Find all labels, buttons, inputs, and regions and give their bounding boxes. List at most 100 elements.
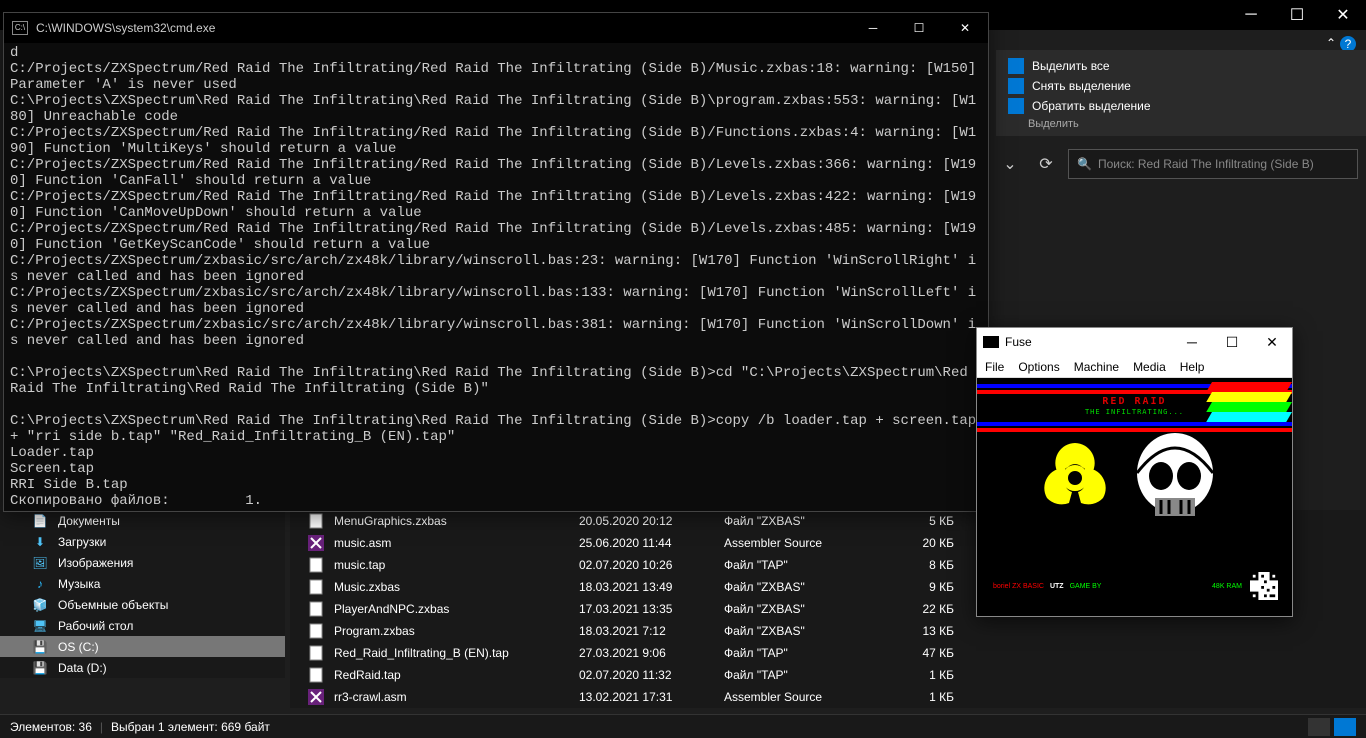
sidebar-icon: ♪ bbox=[32, 576, 48, 592]
file-icon bbox=[306, 689, 326, 705]
search-placeholder: Поиск: Red Raid The Infiltrating (Side B… bbox=[1098, 157, 1314, 171]
view-icons-button[interactable] bbox=[1334, 718, 1356, 736]
fuse-menu-options[interactable]: Options bbox=[1018, 360, 1059, 374]
cmd-maximize-button[interactable]: ☐ bbox=[896, 13, 942, 43]
sidebar-label: Документы bbox=[58, 514, 120, 528]
sidebar-item-6[interactable]: 💾OS (C:) bbox=[0, 636, 285, 657]
ribbon-collapse-icon[interactable]: ⌃ bbox=[1326, 36, 1336, 50]
fuse-emulator-screen[interactable]: RED RAID THE INFILTRATING... boriel ZX B… bbox=[977, 378, 1292, 616]
ribbon-select-group: Выделить все Снять выделение Обратить вы… bbox=[996, 50, 1366, 136]
cmd-title: C:\WINDOWS\system32\cmd.exe bbox=[36, 21, 850, 35]
sidebar-label: Загрузки bbox=[58, 535, 106, 549]
file-icon bbox=[306, 645, 326, 661]
explorer-close-button[interactable]: ✕ bbox=[1320, 0, 1366, 30]
sidebar-item-2[interactable]: 🖼 Изображения bbox=[0, 552, 285, 573]
status-selection: Выбран 1 элемент: 669 байт bbox=[111, 720, 270, 734]
file-size: 5 КБ bbox=[879, 514, 954, 528]
explorer-maximize-button[interactable]: ☐ bbox=[1274, 0, 1320, 30]
search-input[interactable]: 🔍 Поиск: Red Raid The Infiltrating (Side… bbox=[1068, 149, 1358, 179]
file-type: Файл "ZXBAS" bbox=[724, 580, 879, 594]
file-row[interactable]: Program.zxbas18.03.2021 7:12Файл "ZXBAS"… bbox=[290, 620, 1366, 642]
file-date: 20.05.2020 20:12 bbox=[579, 514, 724, 528]
file-size: 9 КБ bbox=[879, 580, 954, 594]
file-name: rr3-crawl.asm bbox=[334, 690, 579, 704]
file-row[interactable]: rr3-crawl.asm13.02.2021 17:31Assembler S… bbox=[290, 686, 1366, 708]
view-details-button[interactable] bbox=[1308, 718, 1330, 736]
file-row[interactable]: Red_Raid_Infiltrating_B (EN).tap27.03.20… bbox=[290, 642, 1366, 664]
sidebar-icon: 🖼 bbox=[32, 555, 48, 571]
qr-code-icon bbox=[1250, 572, 1278, 600]
file-date: 02.07.2020 11:32 bbox=[579, 668, 724, 682]
select-all-icon bbox=[1008, 58, 1024, 74]
status-divider: | bbox=[100, 720, 103, 734]
select-none-icon bbox=[1008, 78, 1024, 94]
explorer-minimize-button[interactable]: ─ bbox=[1228, 0, 1274, 30]
sidebar-icon: 💾 bbox=[32, 639, 48, 655]
explorer-sidebar: 📄 Документы ⬇ Загрузки 🖼 Изображения ♪ Музыка 🧊О… bbox=[0, 510, 285, 678]
sidebar-item-7[interactable]: 💾Data (D:) bbox=[0, 657, 285, 678]
fuse-minimize-button[interactable]: ─ bbox=[1172, 328, 1212, 356]
ribbon-group-label: Выделить bbox=[996, 116, 1366, 130]
fuse-titlebar[interactable]: Fuse ─ ☐ ✕ bbox=[977, 328, 1292, 356]
sidebar-label: Музыка bbox=[58, 577, 100, 591]
file-size: 13 КБ bbox=[879, 624, 954, 638]
fuse-menu-help[interactable]: Help bbox=[1180, 360, 1205, 374]
dropdown-icon[interactable]: ⌄ bbox=[996, 150, 1024, 178]
cmd-titlebar[interactable]: C:\ C:\WINDOWS\system32\cmd.exe ─ ☐ ✕ bbox=[4, 13, 988, 43]
fuse-window: Fuse ─ ☐ ✕ File Options Machine Media Help R… bbox=[976, 327, 1293, 617]
cmd-close-button[interactable]: ✕ bbox=[942, 13, 988, 43]
cmd-minimize-button[interactable]: ─ bbox=[850, 13, 896, 43]
file-type: Assembler Source bbox=[724, 690, 879, 704]
sidebar-item-3[interactable]: ♪ Музыка bbox=[0, 573, 285, 594]
file-type: Файл "ZXBAS" bbox=[724, 602, 879, 616]
file-size: 8 КБ bbox=[879, 558, 954, 572]
sidebar-icon: ⬇ bbox=[32, 534, 48, 550]
fuse-menu-file[interactable]: File bbox=[985, 360, 1004, 374]
file-type: Файл "TAP" bbox=[724, 646, 879, 660]
file-name: music.asm bbox=[334, 536, 579, 550]
file-name: MenuGraphics.zxbas bbox=[334, 514, 579, 528]
select-none-label: Снять выделение bbox=[1032, 79, 1131, 93]
file-name: PlayerAndNPC.zxbas bbox=[334, 602, 579, 616]
file-icon bbox=[306, 667, 326, 683]
invert-selection-button[interactable]: Обратить выделение bbox=[996, 96, 1366, 116]
file-type: Файл "TAP" bbox=[724, 558, 879, 572]
file-name: RedRaid.tap bbox=[334, 668, 579, 682]
sidebar-item-0[interactable]: 📄 Документы bbox=[0, 510, 285, 531]
sidebar-item-1[interactable]: ⬇ Загрузки bbox=[0, 531, 285, 552]
file-name: Music.zxbas bbox=[334, 580, 579, 594]
file-size: 47 КБ bbox=[879, 646, 954, 660]
sidebar-label: Изображения bbox=[58, 556, 133, 570]
game-footer: boriel ZX BASIC UTZ GAME BY 48K RAM bbox=[993, 574, 1276, 598]
file-row[interactable]: RedRaid.tap02.07.2020 11:32Файл "TAP"1 К… bbox=[290, 664, 1366, 686]
refresh-button[interactable]: ⟳ bbox=[1032, 150, 1060, 178]
select-all-button[interactable]: Выделить все bbox=[996, 56, 1366, 76]
search-icon: 🔍 bbox=[1077, 157, 1092, 171]
file-name: music.tap bbox=[334, 558, 579, 572]
sidebar-label: Рабочий стол bbox=[58, 619, 133, 633]
fuse-maximize-button[interactable]: ☐ bbox=[1212, 328, 1252, 356]
sidebar-item-5[interactable]: 🖥 Рабочий стол bbox=[0, 615, 285, 636]
file-name: Program.zxbas bbox=[334, 624, 579, 638]
select-all-label: Выделить все bbox=[1032, 59, 1110, 73]
cmd-app-icon: C:\ bbox=[12, 21, 28, 35]
spectrum-rainbow-icon bbox=[1212, 382, 1292, 432]
fuse-close-button[interactable]: ✕ bbox=[1252, 328, 1292, 356]
fuse-menu-media[interactable]: Media bbox=[1133, 360, 1166, 374]
fuse-menu-machine[interactable]: Machine bbox=[1074, 360, 1119, 374]
file-type: Assembler Source bbox=[724, 536, 879, 550]
select-none-button[interactable]: Снять выделение bbox=[996, 76, 1366, 96]
sidebar-icon: 📄 bbox=[32, 513, 48, 529]
file-date: 17.03.2021 13:35 bbox=[579, 602, 724, 616]
sidebar-item-4[interactable]: 🧊Объемные объекты bbox=[0, 594, 285, 615]
file-size: 20 КБ bbox=[879, 536, 954, 550]
file-date: 13.02.2021 17:31 bbox=[579, 690, 724, 704]
sidebar-icon: 🖥 bbox=[32, 618, 48, 634]
file-icon bbox=[306, 601, 326, 617]
invert-selection-label: Обратить выделение bbox=[1032, 99, 1151, 113]
sidebar-label: Объемные объекты bbox=[58, 598, 168, 612]
cmd-output[interactable]: d C:/Projects/ZXSpectrum/Red Raid The In… bbox=[4, 43, 988, 511]
biohazard-icon bbox=[1025, 428, 1125, 528]
file-icon bbox=[306, 535, 326, 551]
sidebar-label: Data (D:) bbox=[58, 661, 107, 675]
